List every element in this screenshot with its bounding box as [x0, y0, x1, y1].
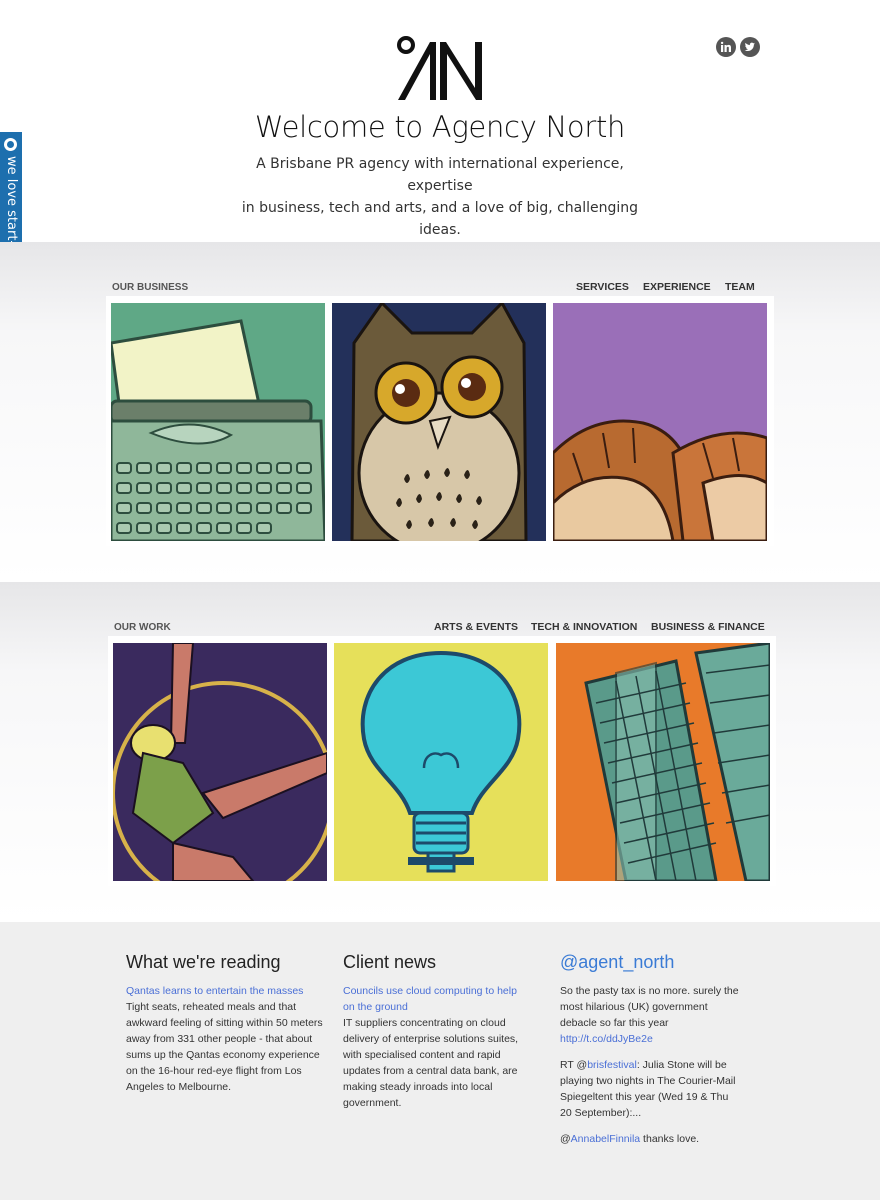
section-label: OUR WORK	[114, 622, 171, 633]
nav-services[interactable]: SERVICES	[576, 281, 629, 293]
circle-icon	[4, 138, 17, 151]
twitter-handle-heading[interactable]: @agent_north	[560, 952, 742, 973]
tech-innovation-tile[interactable]	[334, 643, 548, 881]
reading-column: What we're reading Qantas learns to ente…	[126, 952, 326, 1095]
nav-experience[interactable]: EXPERIENCE	[643, 281, 711, 293]
nav-business-finance[interactable]: BUSINESS & FINANCE	[651, 621, 765, 633]
team-illustration	[553, 303, 767, 541]
tweet: RT @brisfestival: Julia Stone will be pl…	[560, 1057, 742, 1121]
acrobat-illustration	[113, 643, 327, 881]
tagline: A Brisbane PR agency with international …	[240, 153, 640, 241]
tweet-prefix: @	[560, 1133, 571, 1145]
our-business-section: OUR BUSINESS SERVICES EXPERIENCE TEAM	[0, 242, 880, 582]
nav-arts-events[interactable]: ARTS & EVENTS	[434, 621, 518, 633]
nav-team[interactable]: TEAM	[725, 281, 755, 293]
reading-heading: What we're reading	[126, 952, 281, 972]
tweet-text: So the pasty tax is no more. surely the …	[560, 985, 739, 1029]
footer: What we're reading Qantas learns to ente…	[0, 922, 880, 1200]
client-news-link[interactable]: Councils use cloud computing to help on …	[343, 983, 527, 1015]
site-header: Welcome to Agency North A Brisbane PR ag…	[0, 0, 880, 242]
tweet-user-link[interactable]: brisfestival	[587, 1059, 637, 1071]
tweet: @AnnabelFinnila thanks love.	[560, 1131, 742, 1147]
client-news-heading: Client news	[343, 952, 437, 972]
typewriter-illustration	[111, 303, 325, 541]
section-label: OUR BUSINESS	[112, 282, 189, 293]
tagline-line-1: A Brisbane PR agency with international …	[256, 156, 624, 194]
tweet-link[interactable]: http://t.co/ddJyBe2e	[560, 1033, 653, 1045]
tweet-text: thanks love.	[640, 1133, 700, 1145]
lightbulb-illustration	[334, 643, 548, 881]
arts-events-tile[interactable]	[113, 643, 327, 881]
twitter-column: @agent_north So the pasty tax is no more…	[560, 952, 742, 1157]
twitter-icon[interactable]	[740, 37, 760, 57]
tweet: So the pasty tax is no more. surely the …	[560, 983, 742, 1047]
page-title: Welcome to Agency North	[254, 110, 626, 144]
agency-north-logo[interactable]	[396, 36, 486, 102]
reading-body: Tight seats, reheated meals and that awk…	[126, 1001, 323, 1093]
experience-tile[interactable]	[332, 303, 546, 541]
owl-illustration	[332, 303, 546, 541]
tweet-prefix: RT @	[560, 1059, 588, 1071]
nav-tech-innovation[interactable]: TECH & INNOVATION	[531, 621, 637, 633]
client-news-column: Client news Councils use cloud computing…	[343, 952, 527, 1111]
services-tile[interactable]	[111, 303, 325, 541]
tweet-user-link[interactable]: AnnabelFinnila	[571, 1133, 640, 1145]
linkedin-icon[interactable]	[716, 37, 736, 57]
client-news-body: IT suppliers concentrating on cloud deli…	[343, 1017, 519, 1109]
buildings-illustration	[556, 643, 770, 881]
business-finance-tile[interactable]	[556, 643, 770, 881]
our-work-section: OUR WORK ARTS & EVENTS TECH & INNOVATION…	[0, 582, 880, 922]
tagline-line-2: in business, tech and arts, and a love o…	[241, 200, 639, 238]
team-tile[interactable]	[553, 303, 767, 541]
reading-article-link[interactable]: Qantas learns to entertain the masses	[126, 983, 326, 999]
